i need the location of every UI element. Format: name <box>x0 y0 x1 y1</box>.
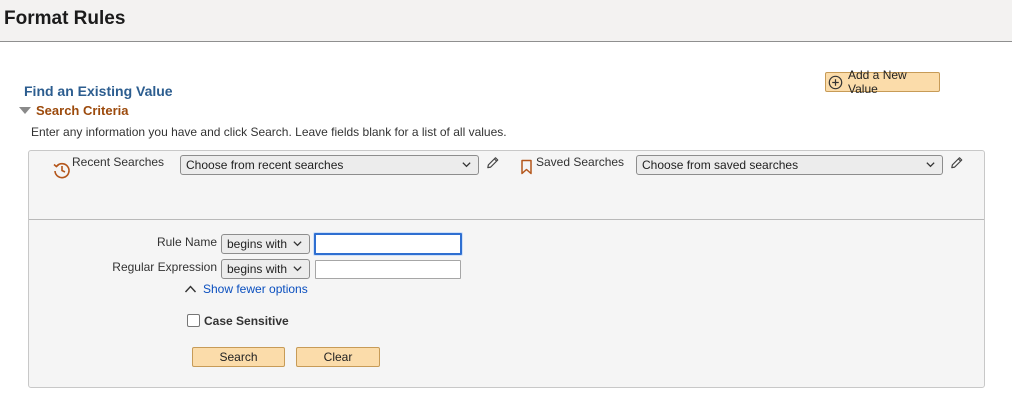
triangle-down-icon <box>19 107 31 114</box>
chevron-down-icon <box>293 241 302 247</box>
bookmark-icon <box>521 159 532 175</box>
search-button[interactable]: Search <box>192 347 285 367</box>
plus-circle-icon <box>828 75 843 89</box>
search-criteria-label: Search Criteria <box>36 103 129 118</box>
recent-searches-select[interactable]: Choose from recent searches <box>180 155 479 175</box>
add-new-value-button[interactable]: Add a New Value <box>825 68 940 96</box>
rule-name-label: Rule Name <box>156 235 217 249</box>
saved-searches-select[interactable]: Choose from saved searches <box>636 155 943 175</box>
saved-searches-label: Saved Searches <box>536 155 625 169</box>
chevron-down-icon <box>926 162 935 168</box>
pencil-icon[interactable] <box>485 155 500 171</box>
recent-searches-label: Recent Searches <box>72 155 165 169</box>
search-instructions: Enter any information you have and click… <box>31 125 507 139</box>
chevron-down-icon <box>462 162 471 168</box>
show-fewer-options-label: Show fewer options <box>203 282 308 296</box>
panel-divider <box>29 219 984 220</box>
rule-name-operator-select[interactable]: begins with <box>221 234 310 254</box>
page-header: Format Rules <box>0 0 1012 42</box>
pencil-icon[interactable] <box>949 155 964 171</box>
chevron-down-icon <box>293 266 302 272</box>
chevron-up-icon <box>184 285 197 293</box>
regular-expression-operator-value: begins with <box>227 262 288 276</box>
saved-searches-value: Choose from saved searches <box>642 158 799 172</box>
show-fewer-options-link[interactable]: Show fewer options <box>184 282 308 296</box>
rule-name-operator-value: begins with <box>227 237 288 251</box>
find-existing-value-title: Find an Existing Value <box>24 83 173 99</box>
regular-expression-input[interactable] <box>315 260 461 279</box>
rule-name-input[interactable] <box>314 233 462 255</box>
recent-searches-value: Choose from recent searches <box>186 158 344 172</box>
page-title: Format Rules <box>4 8 126 29</box>
regular-expression-label: Regular Expression <box>112 260 217 274</box>
regular-expression-operator-select[interactable]: begins with <box>221 259 310 279</box>
clear-button[interactable]: Clear <box>296 347 380 367</box>
search-criteria-toggle[interactable]: Search Criteria <box>19 103 129 118</box>
case-sensitive-checkbox[interactable] <box>187 314 200 327</box>
add-new-value-label: Add a New Value <box>848 68 907 96</box>
history-icon <box>53 162 70 179</box>
case-sensitive-label: Case Sensitive <box>204 314 289 328</box>
